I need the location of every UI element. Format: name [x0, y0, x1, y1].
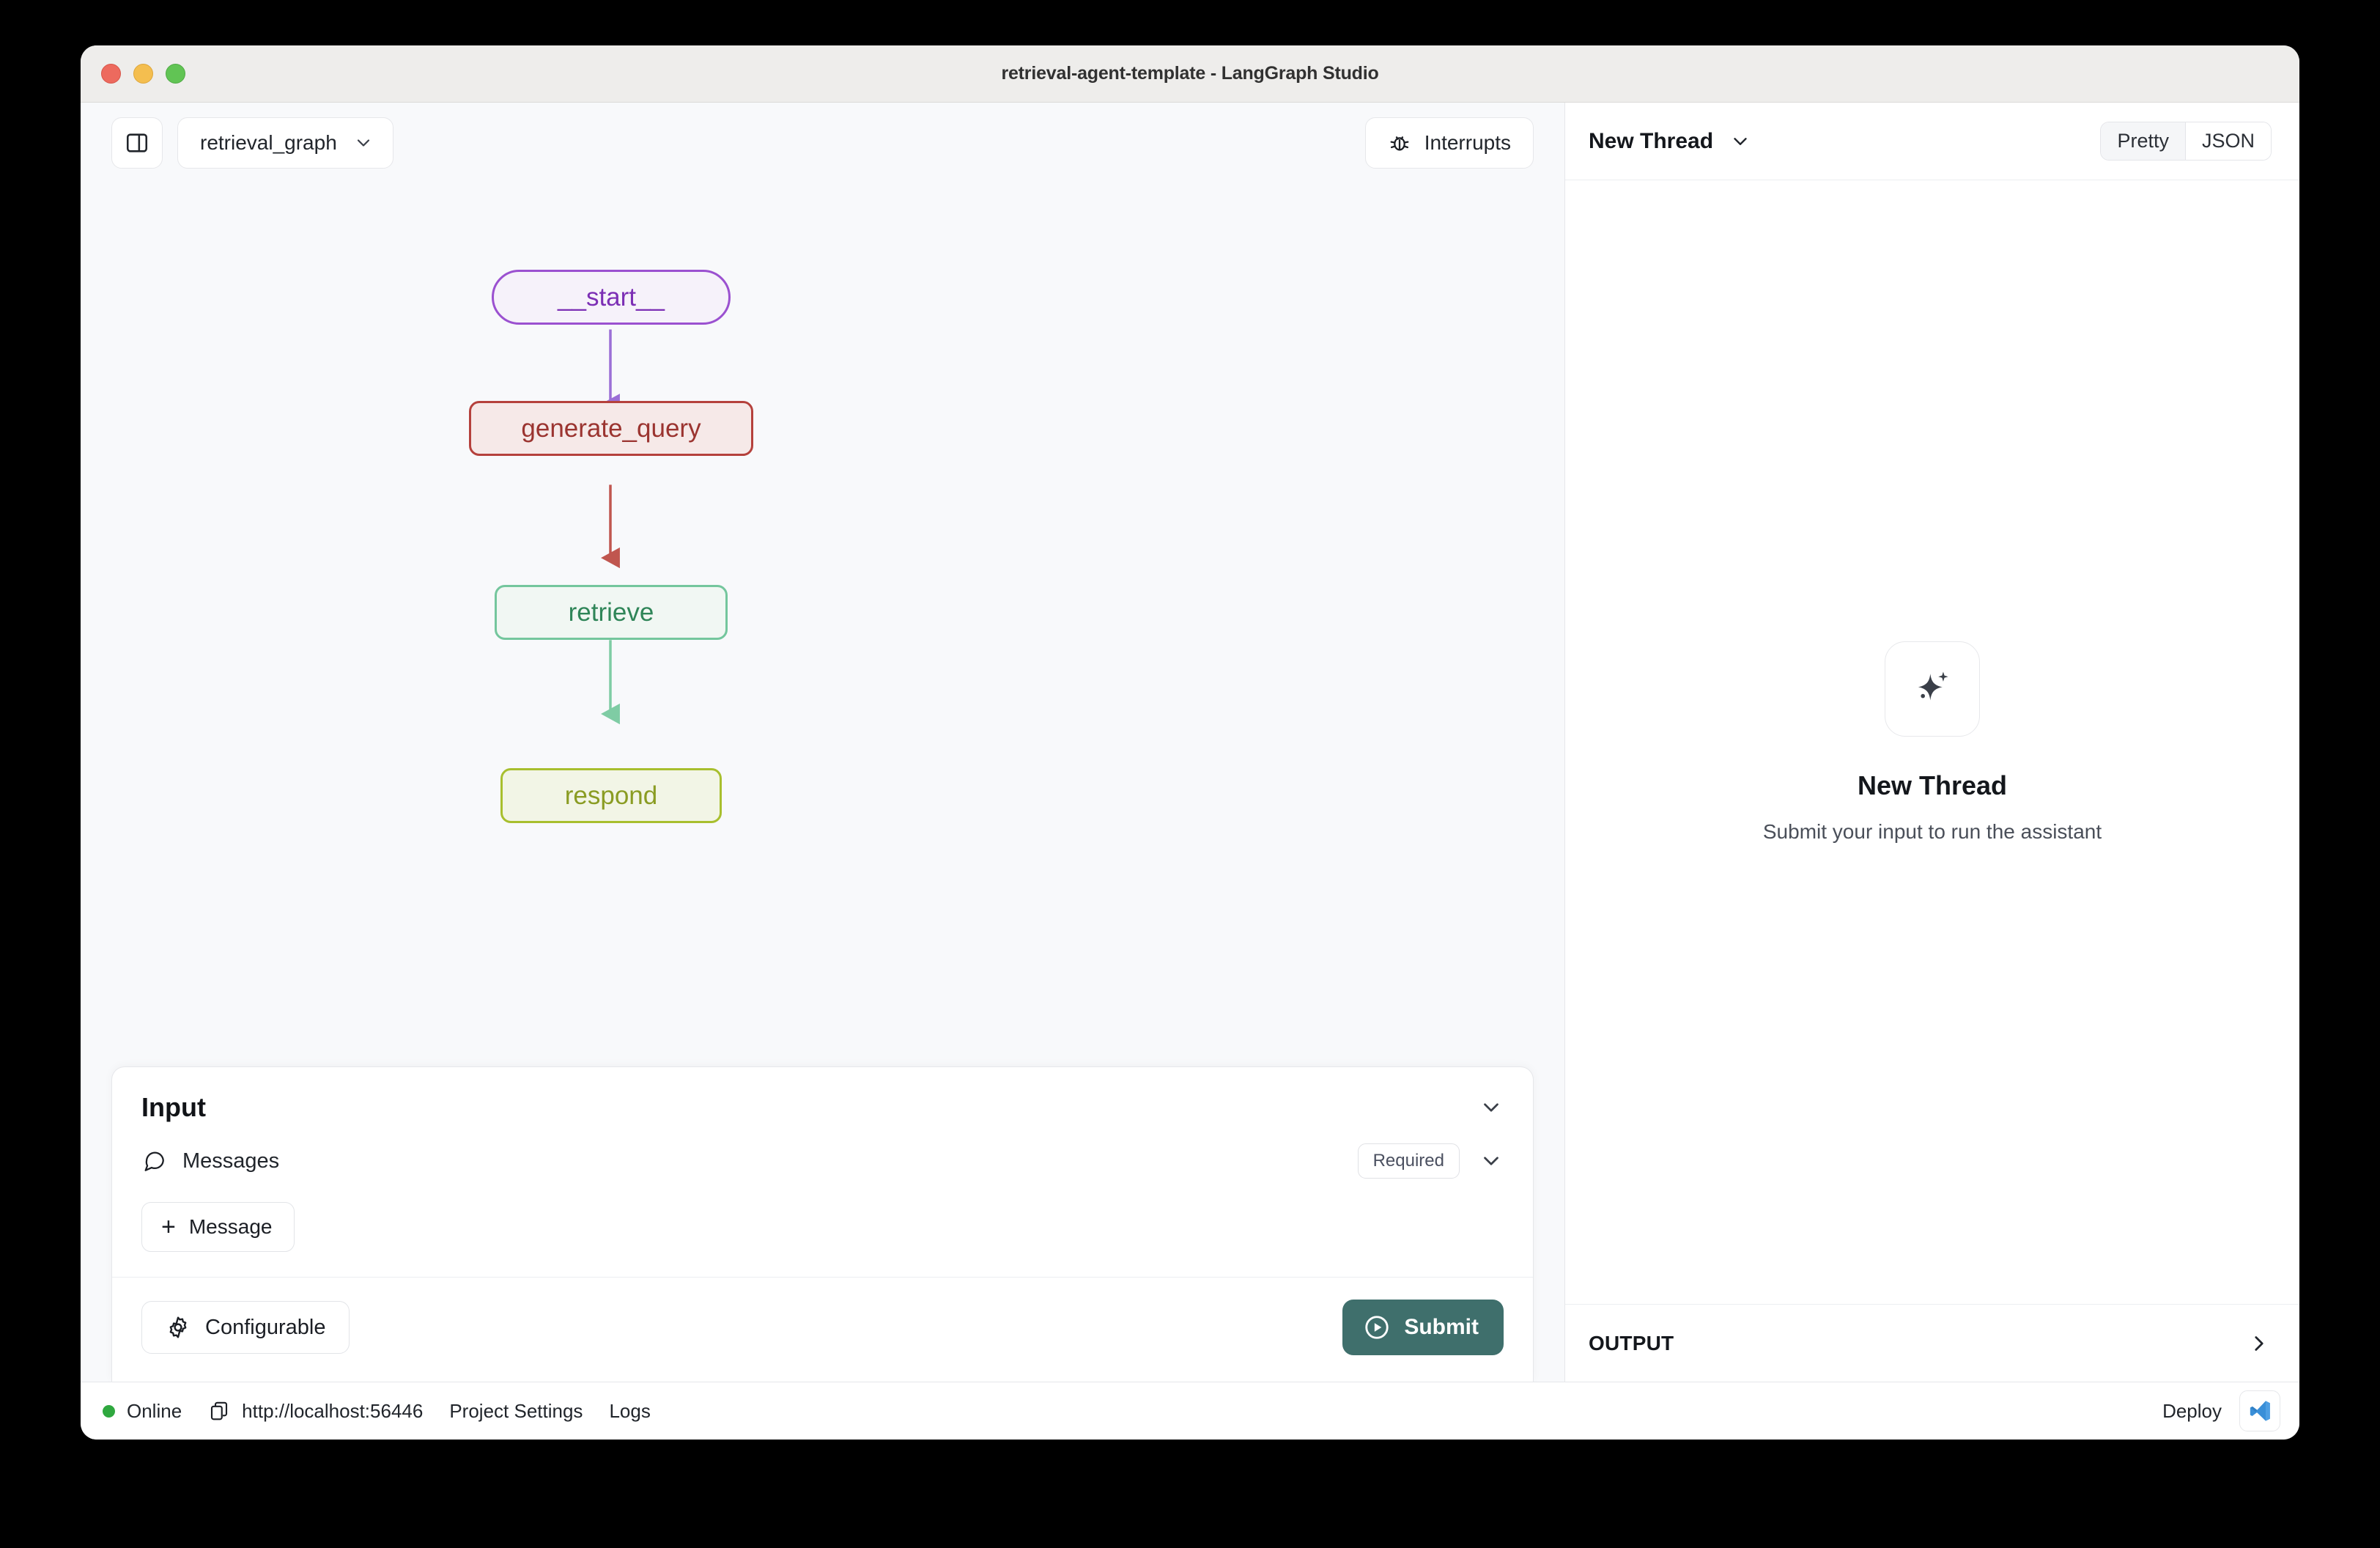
app-window: retrieval-agent-template - LangGraph Stu… — [81, 45, 2299, 1440]
window-titlebar: retrieval-agent-template - LangGraph Stu… — [81, 45, 2299, 103]
submit-label: Submit — [1404, 1315, 1479, 1339]
thread-empty-state: New Thread Submit your input to run the … — [1565, 180, 2299, 1304]
configurable-button[interactable]: Configurable — [141, 1301, 350, 1354]
server-status: Online — [103, 1400, 182, 1423]
input-card-title: Input — [141, 1092, 206, 1122]
message-bubble-icon — [144, 1151, 164, 1171]
view-mode-pretty[interactable]: Pretty — [2101, 122, 2185, 160]
input-card-header[interactable]: Input — [112, 1067, 1533, 1130]
thread-selector-button[interactable] — [1729, 130, 1751, 152]
graph-node-respond-label: respond — [564, 781, 658, 810]
open-in-vscode-button[interactable] — [2239, 1390, 2280, 1431]
vscode-icon — [2250, 1401, 2270, 1421]
graph-toolbar: retrieval_graph Interrupts — [81, 103, 1564, 183]
sparkles-icon-container — [1885, 641, 1980, 737]
thread-title: New Thread — [1589, 128, 1714, 153]
sparkles-icon — [1918, 671, 1948, 700]
view-mode-toggle: Pretty JSON — [2100, 122, 2272, 161]
view-mode-json[interactable]: JSON — [2184, 122, 2271, 160]
gear-icon — [169, 1316, 187, 1338]
graph-node-generate-query-label: generate_query — [521, 413, 701, 443]
play-circle-icon — [1365, 1316, 1389, 1339]
interrupts-button[interactable]: Interrupts — [1364, 117, 1534, 169]
input-collapse-chevron-down-icon[interactable] — [1479, 1095, 1504, 1120]
sidebar-toggle-button[interactable] — [111, 117, 163, 169]
add-message-row: + Message — [112, 1183, 1533, 1278]
required-status-badge: Required — [1357, 1143, 1460, 1179]
chevron-down-icon — [1734, 137, 1747, 145]
graph-edges — [601, 329, 620, 725]
add-message-button[interactable]: + Message — [141, 1202, 295, 1252]
add-message-label: Message — [188, 1215, 273, 1238]
graph-selector-value: retrieval_graph — [200, 131, 337, 154]
output-label: OUTPUT — [1589, 1331, 1674, 1354]
main-split: retrieval_graph Interrupts __start__ gen… — [81, 103, 2299, 1382]
input-card-actions: Configurable Submit — [112, 1278, 1533, 1382]
graph-node-retrieve[interactable]: retrieve — [495, 585, 728, 640]
graph-node-retrieve-label: retrieve — [568, 597, 654, 627]
output-section-toggle[interactable]: OUTPUT — [1565, 1304, 2299, 1382]
empty-state-title: New Thread — [1857, 770, 2008, 800]
chevron-down-icon — [357, 139, 369, 147]
status-bar: Online http://localhost:56446 Project Se… — [81, 1382, 2299, 1440]
logs-link[interactable]: Logs — [609, 1400, 650, 1423]
graph-node-start-label: __start__ — [558, 282, 665, 312]
server-url: http://localhost:56446 — [242, 1399, 424, 1422]
status-indicator-dot — [103, 1404, 115, 1418]
interrupts-label: Interrupts — [1424, 131, 1511, 154]
copy-icon — [211, 1401, 228, 1420]
copy-url-button[interactable]: http://localhost:56446 — [208, 1400, 423, 1423]
plus-icon: + — [161, 1213, 176, 1241]
panel-left-icon — [126, 133, 148, 152]
submit-button[interactable]: Submit — [1342, 1300, 1504, 1355]
graph-node-start[interactable]: __start__ — [492, 270, 731, 325]
chevron-right-icon — [2255, 1335, 2263, 1351]
thread-header: New Thread Pretty JSON — [1565, 103, 2299, 180]
deploy-button[interactable]: Deploy — [2162, 1400, 2222, 1423]
messages-row: Messages Required — [112, 1130, 1533, 1183]
thread-pane: New Thread Pretty JSON New Thread Submit… — [1565, 103, 2299, 1382]
graph-selector[interactable]: retrieval_graph — [177, 117, 393, 169]
input-card: Input Messages Required + Message Config… — [111, 1066, 1534, 1382]
graph-pane: retrieval_graph Interrupts __start__ gen… — [81, 103, 1565, 1382]
messages-collapse-chevron-down-icon[interactable] — [1479, 1149, 1504, 1173]
empty-state-subtitle: Submit your input to run the assistant — [1762, 819, 2102, 843]
messages-label: Messages — [182, 1149, 280, 1173]
graph-canvas[interactable]: __start__ generate_query retrieve respon… — [81, 183, 1564, 1066]
status-text: Online — [127, 1399, 182, 1422]
graph-node-generate-query[interactable]: generate_query — [469, 401, 753, 456]
graph-node-respond[interactable]: respond — [500, 768, 722, 823]
configurable-label: Configurable — [205, 1315, 326, 1339]
bug-icon — [1390, 136, 1409, 151]
project-settings-link[interactable]: Project Settings — [449, 1400, 583, 1423]
window-title: retrieval-agent-template - LangGraph Stu… — [1001, 63, 1379, 84]
